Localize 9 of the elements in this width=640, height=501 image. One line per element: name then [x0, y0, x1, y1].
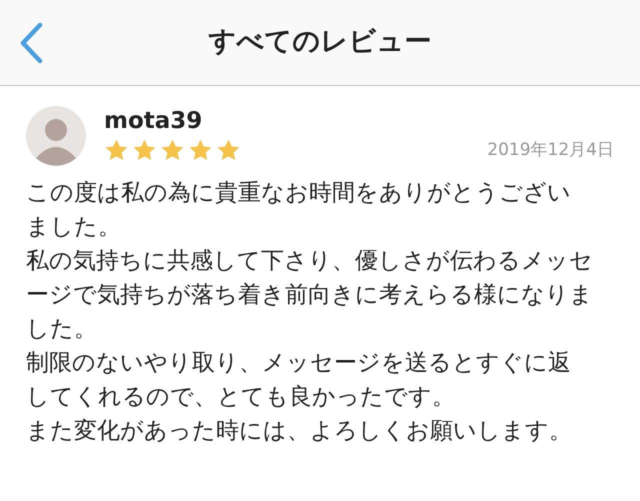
username: mota39 [104, 107, 202, 136]
review-date: 2019年12月4日 [487, 139, 614, 162]
page-title: すべてのレビュー [208, 25, 432, 60]
back-chevron-icon [18, 22, 44, 64]
review-text: この度は私の為に貴重なお時間をありがとうございました。 [26, 179, 572, 242]
review-text: 私の気持ちに共感して下さり、優しさが伝わるメッセージで気持ちが落ち着き前向きに考えらる様になりました。 [26, 247, 594, 344]
review-text: また変化があった時には、よろしくお願いします。 [26, 417, 573, 446]
avatar-icon [26, 106, 86, 166]
review-text: 制限のないやり取り、メッセージを送るとすぐに返してくれるので、とても良かったです。 [26, 349, 572, 412]
